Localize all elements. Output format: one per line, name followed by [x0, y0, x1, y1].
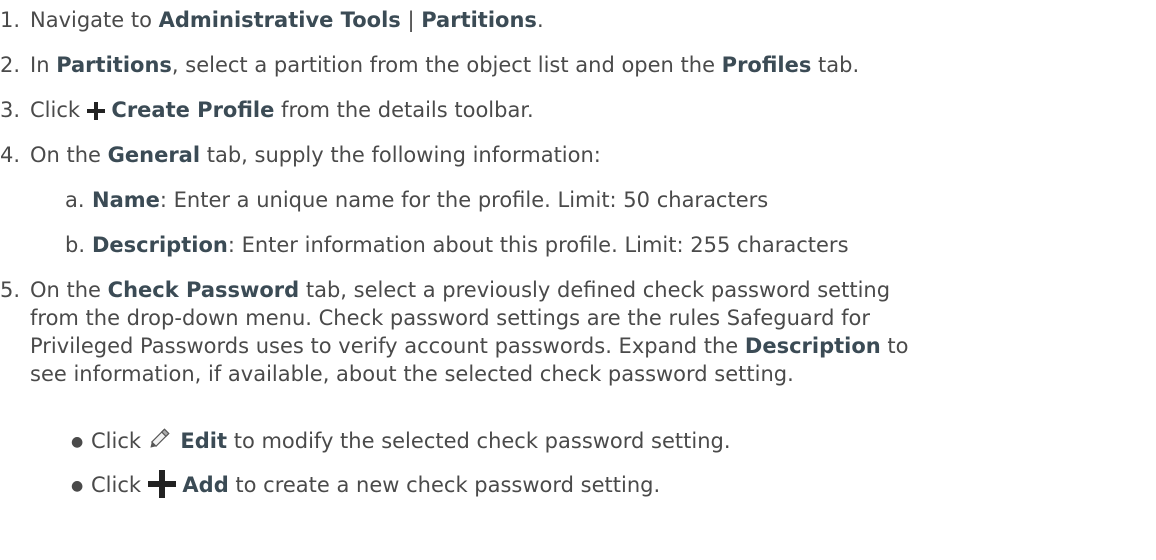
ui-edit: Edit — [180, 429, 228, 453]
pencil-icon — [150, 428, 170, 448]
bullet-marker: ● — [71, 434, 84, 450]
step-number: 3. — [0, 98, 21, 122]
bullet-edit: ● Click Edit to modify the selected check… — [71, 424, 731, 456]
step-3: 3. Click Create Profile from the details … — [0, 98, 534, 122]
field-description: Description — [92, 233, 228, 257]
step-number: 1. — [0, 8, 21, 32]
ui-profiles-tab: Profiles — [721, 53, 812, 77]
procedure-document: 1. Navigate to Administrative Tools | Par… — [0, 0, 1156, 560]
step-4: 4. On the General tab, supply the followi… — [0, 143, 601, 167]
step-number: 5. — [0, 278, 21, 302]
substep-letter: b. — [65, 233, 86, 257]
bullet-add: ● Click Add to create a new check passwor… — [71, 470, 660, 500]
plus-icon — [147, 470, 176, 498]
step-number: 4. — [0, 143, 21, 167]
substep-a: a. Name: Enter a unique name for the prof… — [65, 188, 769, 212]
substep-b: b. Description: Enter information about t… — [65, 233, 849, 257]
ui-check-password-tab: Check Password — [107, 278, 300, 302]
step-2: 2. In Partitions, select a partition from… — [0, 53, 860, 77]
step-5-line-2: from the drop-down menu. Check password … — [30, 306, 870, 330]
field-name: Name — [92, 188, 160, 212]
step-5: 5. On the Check Password tab, select a pr… — [0, 278, 891, 302]
step-5-line-4: see information, if available, about the… — [30, 362, 794, 386]
ui-create-profile: Create Profile — [111, 98, 275, 122]
menu-administrative-tools: Administrative Tools — [158, 8, 401, 32]
step-5-line-3: Privileged Passwords uses to verify acco… — [30, 334, 909, 358]
plus-icon — [86, 102, 105, 120]
substep-letter: a. — [65, 188, 85, 212]
ui-add: Add — [182, 473, 229, 497]
ui-partitions: Partitions — [56, 53, 172, 77]
bullet-marker: ● — [71, 478, 84, 494]
step-number: 2. — [0, 53, 21, 77]
menu-partitions: Partitions — [421, 8, 537, 32]
step-1: 1. Navigate to Administrative Tools | Par… — [0, 8, 544, 32]
ui-general-tab: General — [107, 143, 201, 167]
ui-description: Description — [744, 334, 881, 358]
